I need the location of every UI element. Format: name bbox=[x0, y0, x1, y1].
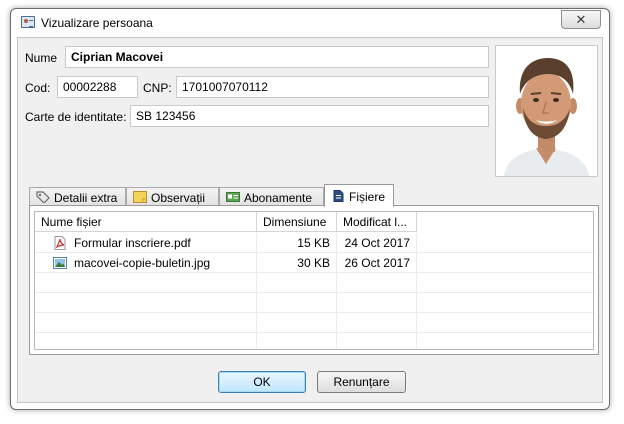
column-header-modified[interactable]: Modificat l... bbox=[337, 212, 417, 232]
empty-cell bbox=[337, 333, 417, 349]
empty-row bbox=[35, 313, 593, 333]
tag-icon bbox=[36, 191, 50, 203]
cnp-label: CNP: bbox=[143, 81, 172, 95]
file-name-cell: macovei-copie-buletin.jpg bbox=[35, 253, 257, 273]
empty-cell bbox=[337, 293, 417, 313]
tab-label: Detalii extra bbox=[54, 191, 118, 205]
document-icon bbox=[333, 190, 344, 202]
file-size-cell: 15 KB bbox=[257, 233, 337, 253]
id-card-field[interactable]: SB 123456 bbox=[130, 105, 489, 127]
close-button[interactable]: ✕ bbox=[561, 10, 601, 29]
empty-row bbox=[35, 333, 593, 349]
tab-label: Fișiere bbox=[349, 190, 386, 204]
file-size-cell: 30 KB bbox=[257, 253, 337, 273]
portrait-image bbox=[496, 46, 597, 176]
column-header-file-name[interactable]: Nume fișier bbox=[35, 212, 257, 232]
empty-cell bbox=[257, 333, 337, 349]
file-modified-cell: 24 Oct 2017 bbox=[337, 233, 417, 253]
tab-label: Abonamente bbox=[244, 191, 313, 205]
name-label: Nume bbox=[25, 51, 58, 65]
empty-cell bbox=[337, 273, 417, 293]
window-title: Vizualizare persoana bbox=[41, 16, 153, 30]
id-card-label: Carte de identitate: bbox=[25, 110, 127, 124]
empty-cell bbox=[257, 313, 337, 333]
tab-observatii[interactable]: Observații bbox=[126, 187, 219, 206]
tab-detalii-extra[interactable]: Detalii extra bbox=[29, 187, 126, 206]
empty-cell bbox=[35, 313, 257, 333]
person-photo[interactable] bbox=[495, 45, 598, 177]
note-icon bbox=[133, 191, 147, 203]
code-label: Cod: bbox=[25, 81, 51, 95]
dialog-body: Nume Ciprian Macovei Cod: 00002288 CNP: … bbox=[17, 37, 603, 403]
file-name-cell: Formular inscriere.pdf bbox=[35, 233, 257, 253]
empty-cell bbox=[35, 333, 257, 349]
dialog-window: Vizualizare persoana ✕ Nume Ciprian Maco… bbox=[10, 8, 610, 410]
empty-cell bbox=[257, 293, 337, 313]
empty-cell bbox=[35, 293, 257, 313]
contact-card-icon bbox=[21, 16, 35, 28]
file-modified-cell: 26 Oct 2017 bbox=[337, 253, 417, 273]
cancel-button[interactable]: Renunțare bbox=[317, 371, 406, 393]
empty-cell bbox=[257, 273, 337, 293]
tab-fisiere[interactable]: Fișiere bbox=[324, 184, 394, 207]
table-row[interactable]: macovei-copie-buletin.jpg 30 KB 26 Oct 2… bbox=[35, 253, 593, 273]
title-bar[interactable]: Vizualizare persoana ✕ bbox=[11, 9, 609, 37]
tab-strip: Detalii extra Observații Abonamente Fiși… bbox=[29, 184, 599, 207]
table-row[interactable]: Formular inscriere.pdf 15 KB 24 Oct 2017 bbox=[35, 233, 593, 253]
card-icon bbox=[226, 192, 240, 202]
empty-row bbox=[35, 273, 593, 293]
code-field[interactable]: 00002288 bbox=[57, 76, 138, 98]
files-tab-panel: Nume fișier Dimensiune Modificat l... Fo… bbox=[29, 205, 599, 355]
files-table: Nume fișier Dimensiune Modificat l... Fo… bbox=[34, 211, 594, 350]
cnp-field[interactable]: 1701007070112 bbox=[176, 76, 489, 98]
empty-cell bbox=[35, 273, 257, 293]
ok-button[interactable]: OK bbox=[218, 371, 306, 393]
empty-row bbox=[35, 293, 593, 313]
empty-cell bbox=[337, 313, 417, 333]
tab-abonamente[interactable]: Abonamente bbox=[219, 187, 324, 206]
column-header-size[interactable]: Dimensiune bbox=[257, 212, 337, 232]
name-field[interactable]: Ciprian Macovei bbox=[65, 46, 489, 68]
tab-label: Observații bbox=[151, 191, 206, 205]
